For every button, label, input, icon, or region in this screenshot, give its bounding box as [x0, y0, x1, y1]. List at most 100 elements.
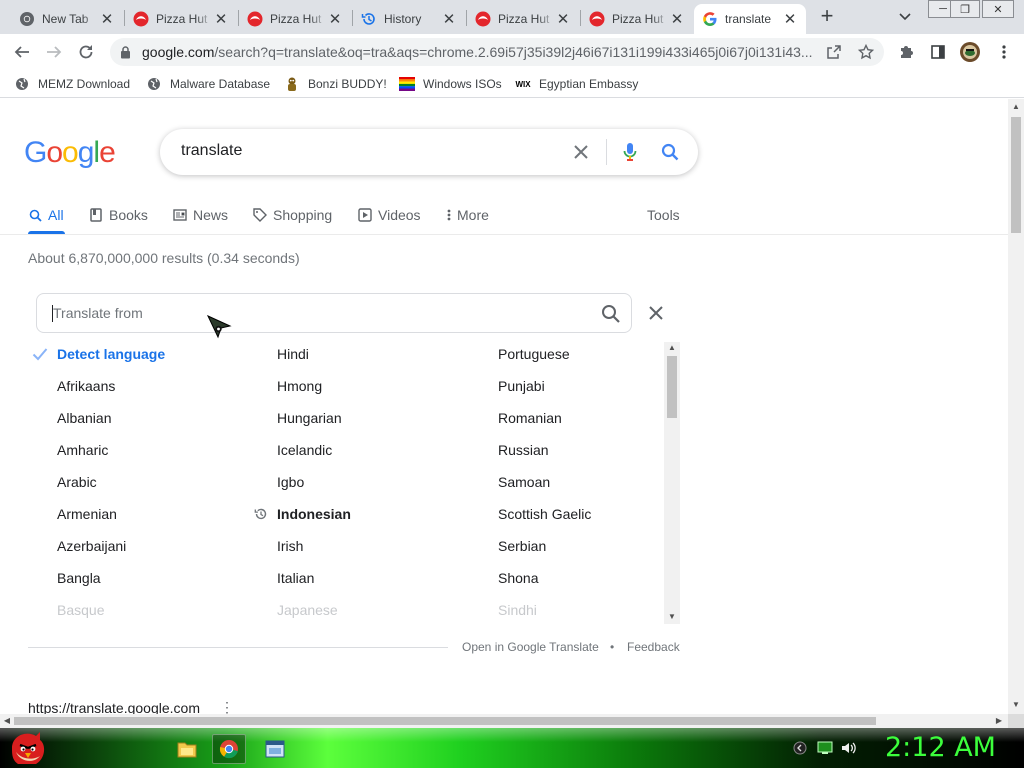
language-option-italian[interactable]: Italian: [277, 568, 314, 588]
language-option-romanian[interactable]: Romanian: [498, 408, 562, 428]
language-option-samoan[interactable]: Samoan: [498, 472, 550, 492]
result-url[interactable]: https://translate.google.com: [28, 700, 200, 714]
tab-pizza-hut[interactable]: Pizza Hut ✕: [125, 4, 237, 34]
tab-pizza-hut[interactable]: Pizza Hut ✕: [467, 4, 579, 34]
bookmark-windows-isos[interactable]: Windows ISOs: [399, 76, 502, 92]
chrome-menu-icon[interactable]: [994, 42, 1014, 62]
tray-volume-icon[interactable]: [841, 740, 857, 756]
clear-search-icon[interactable]: [570, 141, 592, 163]
language-option-armenian[interactable]: Armenian: [57, 504, 117, 524]
language-option-indonesian[interactable]: Indonesian: [277, 504, 351, 524]
taskbar-file-explorer-icon[interactable]: [170, 734, 204, 764]
language-option-afrikaans[interactable]: Afrikaans: [57, 376, 115, 396]
language-option-serbian[interactable]: Serbian: [498, 536, 546, 556]
share-icon[interactable]: [826, 44, 842, 60]
language-option-hmong[interactable]: Hmong: [277, 376, 322, 396]
language-option-hindi[interactable]: Hindi: [277, 344, 309, 364]
language-option-hungarian[interactable]: Hungarian: [277, 408, 342, 428]
search-input[interactable]: translate: [181, 142, 242, 160]
language-option-sindhi[interactable]: Sindhi: [498, 600, 537, 620]
scroll-right-arrow-icon[interactable]: ▶: [994, 716, 1004, 726]
language-option-scottish-gaelic[interactable]: Scottish Gaelic: [498, 504, 591, 524]
bookmark-egyptian-embassy[interactable]: WIX Egyptian Embassy: [515, 76, 638, 92]
tab-all[interactable]: All: [28, 205, 64, 225]
scroll-up-arrow-icon[interactable]: ▲: [1011, 102, 1021, 112]
result-more-icon[interactable]: ⋮: [220, 699, 234, 714]
tab-new-tab[interactable]: New Tab ✕: [11, 4, 123, 34]
close-tab-icon[interactable]: ✕: [327, 11, 343, 28]
bookmark-star-icon[interactable]: [858, 44, 874, 60]
reload-button[interactable]: [74, 40, 98, 64]
taskbar-clock[interactable]: 2:12 AM: [885, 732, 996, 763]
language-option-japanese[interactable]: Japanese: [277, 600, 338, 620]
tab-books[interactable]: Books: [89, 205, 148, 225]
profile-avatar[interactable]: [958, 40, 982, 64]
tab-translate[interactable]: translate ✕: [694, 4, 806, 34]
horizontal-scroll-thumb[interactable]: [14, 717, 876, 725]
start-button-angry-bird-icon[interactable]: [6, 728, 52, 768]
scroll-up-arrow-icon[interactable]: ▲: [667, 343, 677, 353]
bookmark-malware-database[interactable]: Malware Database: [146, 76, 270, 92]
close-tab-icon[interactable]: ✕: [441, 11, 457, 28]
page-vertical-scrollbar[interactable]: ▲ ▼: [1008, 99, 1024, 714]
close-tab-icon[interactable]: ✕: [669, 11, 685, 28]
language-option-azerbaijani[interactable]: Azerbaijani: [57, 536, 126, 556]
tray-network-icon[interactable]: [817, 740, 833, 756]
language-option-amharic[interactable]: Amharic: [57, 440, 108, 460]
address-bar[interactable]: google.com/search?q=translate&oq=tra&aqs…: [110, 38, 884, 66]
close-tab-icon[interactable]: ✕: [99, 11, 115, 28]
close-tab-icon[interactable]: ✕: [782, 11, 798, 28]
language-option-irish[interactable]: Irish: [277, 536, 303, 556]
close-tab-icon[interactable]: ✕: [555, 11, 571, 28]
tray-arrow-icon[interactable]: [792, 740, 808, 756]
microphone-icon[interactable]: [619, 141, 641, 163]
language-option-detect-language[interactable]: Detect language: [57, 344, 165, 364]
tab-pizza-hut[interactable]: Pizza Hut ✕: [581, 4, 693, 34]
language-option-basque[interactable]: Basque: [57, 600, 104, 620]
extensions-puzzle-icon[interactable]: [896, 42, 916, 62]
language-option-russian[interactable]: Russian: [498, 440, 549, 460]
tab-shopping[interactable]: Shopping: [253, 205, 332, 225]
language-option-shona[interactable]: Shona: [498, 568, 538, 588]
back-button[interactable]: [10, 40, 34, 64]
google-logo[interactable]: Google: [24, 136, 116, 170]
language-option-punjabi[interactable]: Punjabi: [498, 376, 545, 396]
page-scroll-thumb[interactable]: [1011, 117, 1021, 233]
close-language-list-icon[interactable]: [645, 302, 667, 324]
language-search-icon[interactable]: [600, 303, 622, 325]
bookmark-bonzi-buddy[interactable]: Bonzi BUDDY!: [284, 76, 387, 92]
forward-button[interactable]: [42, 40, 66, 64]
restore-button[interactable]: ❐: [950, 0, 980, 18]
feedback-link[interactable]: Feedback: [627, 640, 680, 654]
tab-videos[interactable]: Videos: [358, 205, 421, 225]
language-option-arabic[interactable]: Arabic: [57, 472, 97, 492]
tab-more[interactable]: More: [446, 205, 489, 225]
tab-news[interactable]: News: [173, 205, 228, 225]
url-text[interactable]: google.com/search?q=translate&oq=tra&aqs…: [142, 44, 817, 60]
language-option-portuguese[interactable]: Portuguese: [498, 344, 570, 364]
tab-history[interactable]: History ✕: [353, 4, 465, 34]
side-panel-icon[interactable]: [928, 42, 948, 62]
tab-search-chevron-icon[interactable]: [895, 7, 915, 27]
language-option-icelandic[interactable]: Icelandic: [277, 440, 332, 460]
language-list-scroll-thumb[interactable]: [667, 356, 677, 418]
bookmark-memz-download[interactable]: MEMZ Download: [14, 76, 130, 92]
lock-icon[interactable]: [120, 45, 134, 59]
language-list-scrollbar[interactable]: ▲ ▼: [664, 342, 680, 624]
open-in-google-translate-link[interactable]: Open in Google Translate: [462, 640, 599, 654]
scroll-left-arrow-icon[interactable]: ◀: [2, 716, 12, 726]
search-icon[interactable]: [659, 141, 681, 163]
language-option-albanian[interactable]: Albanian: [57, 408, 112, 428]
language-option-igbo[interactable]: Igbo: [277, 472, 304, 492]
taskbar-window-icon[interactable]: [258, 734, 292, 764]
scroll-down-arrow-icon[interactable]: ▼: [667, 612, 677, 622]
tools-button[interactable]: Tools: [647, 205, 680, 225]
language-option-bangla[interactable]: Bangla: [57, 568, 101, 588]
translate-from-input[interactable]: Translate from: [36, 293, 632, 333]
search-box[interactable]: translate: [160, 129, 698, 175]
tab-pizza-hut[interactable]: Pizza Hut ✕: [239, 4, 351, 34]
new-tab-button[interactable]: +: [815, 5, 839, 29]
page-horizontal-scrollbar[interactable]: ◀ ▶: [0, 714, 1008, 728]
close-tab-icon[interactable]: ✕: [213, 11, 229, 28]
scroll-down-arrow-icon[interactable]: ▼: [1011, 700, 1021, 710]
